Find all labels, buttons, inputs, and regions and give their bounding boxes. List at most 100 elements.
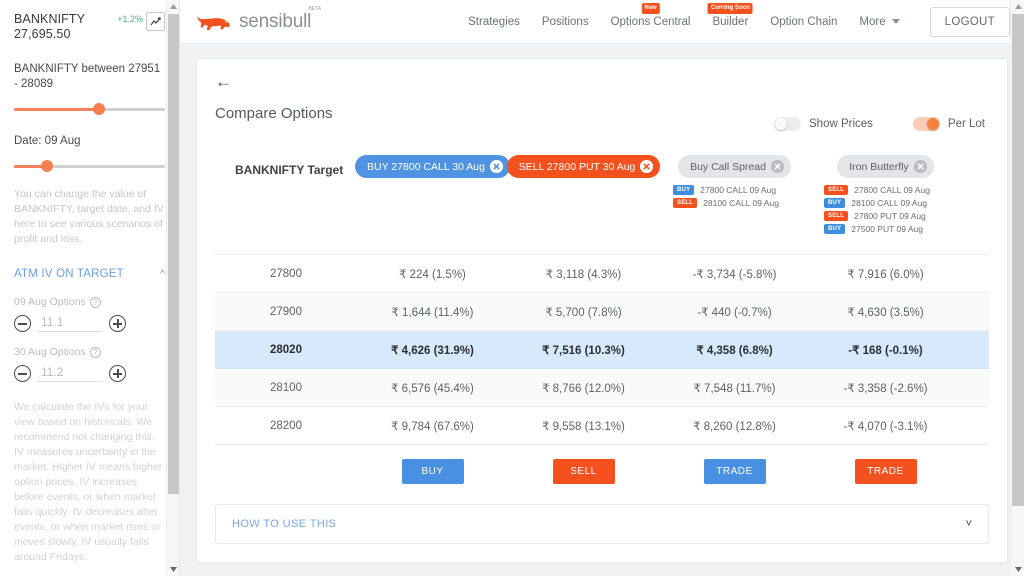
logout-button[interactable]: LOGOUT bbox=[929, 6, 1010, 37]
leg-text: 27800 PUT 09 Aug bbox=[854, 211, 926, 221]
nav-label: Option Chain bbox=[770, 15, 838, 28]
symbol-change-percent: +1.2% bbox=[117, 14, 143, 24]
symbol-price: 27,695.50 bbox=[14, 27, 71, 41]
leg-text: 27800 CALL 09 Aug bbox=[700, 185, 777, 195]
nav-item-more[interactable]: More bbox=[859, 15, 900, 28]
sidebar-scrollbar[interactable] bbox=[166, 0, 179, 576]
underlying-price-slider[interactable] bbox=[14, 102, 165, 116]
toggle-show-prices[interactable]: Show Prices bbox=[774, 117, 873, 131]
strategy-pill[interactable]: BUY 27800 CALL 30 Aug bbox=[355, 155, 510, 178]
toggle-switch[interactable] bbox=[774, 117, 801, 131]
how-to-use-accordion[interactable]: HOW TO USE THIS ˅ bbox=[215, 504, 989, 544]
back-button[interactable]: ← bbox=[215, 73, 235, 91]
scroll-up-icon[interactable] bbox=[1011, 0, 1024, 13]
target-column-label: BANKNIFTY Target bbox=[235, 163, 344, 177]
sidebar-help-note: You can change the value of BANKNIFTY, t… bbox=[14, 188, 164, 245]
table-row-highlighted[interactable]: 28020 ₹ 4,626 (31.9%) ₹ 7,516 (10.3%) ₹ … bbox=[215, 331, 989, 369]
strategy-pill[interactable]: Iron Butterfly bbox=[837, 155, 934, 178]
strategy-leg: SELL 27800 PUT 09 Aug bbox=[824, 211, 930, 221]
table-row[interactable]: 28200 ₹ 9,784 (67.6%) ₹ 9,558 (13.1%) ₹ … bbox=[215, 407, 989, 445]
table-row[interactable]: 27800 ₹ 224 (1.5%) ₹ 3,118 (4.3%) -₹ 3,7… bbox=[215, 255, 989, 293]
iv-group-1: 30 Aug Options ? bbox=[14, 346, 165, 382]
toggle-per-lot[interactable]: Per Lot bbox=[912, 117, 985, 131]
help-icon[interactable]: ? bbox=[89, 346, 101, 358]
row-value: ₹ 3,118 (4.3%) bbox=[545, 268, 622, 281]
iv-value-input[interactable] bbox=[37, 315, 103, 332]
brand-logo[interactable]: sensibull BETA bbox=[196, 6, 321, 33]
strategy-pill[interactable]: Buy Call Spread bbox=[678, 155, 791, 178]
iv-stepper-row bbox=[14, 365, 165, 382]
close-icon[interactable] bbox=[640, 160, 654, 173]
sell-button[interactable]: SELL bbox=[552, 459, 615, 484]
slider-fill bbox=[14, 108, 99, 111]
toggle-label: Per Lot bbox=[947, 118, 985, 130]
table-row[interactable]: 28100 ₹ 6,576 (45.4%) ₹ 8,766 (12.0%) ₹ … bbox=[215, 369, 989, 407]
leg-side-tag: BUY bbox=[673, 185, 695, 195]
action-button-row: BUY SELL TRADE TRADE bbox=[215, 459, 989, 484]
row-value: -₹ 3,734 (-5.8%) bbox=[692, 268, 777, 281]
chevron-down-icon: ˅ bbox=[965, 518, 972, 530]
top-navigation-bar: sensibull BETA Strategies Positions New … bbox=[180, 0, 1024, 44]
page-scrollbar[interactable] bbox=[1010, 0, 1024, 576]
open-chart-button[interactable] bbox=[146, 12, 165, 31]
nav-item-options-central[interactable]: New Options Central bbox=[610, 2, 691, 28]
iv-decrement-button[interactable] bbox=[14, 315, 31, 332]
close-icon[interactable] bbox=[489, 160, 503, 173]
leg-text: 27500 PUT 09 Aug bbox=[851, 224, 923, 234]
brand-text: sensibull bbox=[239, 10, 312, 32]
slider-knob[interactable] bbox=[41, 160, 54, 172]
iv-group-0: 09 Aug Options ? bbox=[14, 296, 165, 332]
leg-side-tag: BUY bbox=[824, 198, 846, 208]
iv-label-text: 09 Aug Options bbox=[14, 296, 86, 308]
button-row-spacer bbox=[215, 459, 357, 484]
chevron-up-icon: ^ bbox=[159, 268, 165, 280]
nav-more-label: More bbox=[859, 15, 886, 28]
nav-label: Options Central bbox=[610, 15, 691, 28]
compare-options-card: ← Compare Options Show Prices Per Lot BA… bbox=[196, 58, 1008, 563]
atm-iv-section-toggle[interactable]: ATM IV ON TARGET ^ bbox=[14, 267, 165, 282]
nav-label: Strategies bbox=[468, 15, 520, 28]
close-icon[interactable] bbox=[913, 160, 927, 173]
table-row[interactable]: 27900 ₹ 1,644 (11.4%) ₹ 5,700 (7.8%) -₹ … bbox=[215, 293, 989, 331]
action-cell-0: BUY bbox=[357, 459, 508, 484]
toggle-label: Show Prices bbox=[809, 118, 873, 130]
scroll-down-icon[interactable] bbox=[1011, 563, 1024, 576]
strategy-pill[interactable]: SELL 27800 PUT 30 Aug bbox=[506, 155, 661, 178]
slider-knob[interactable] bbox=[92, 103, 105, 115]
row-value: ₹ 9,558 (13.1%) bbox=[542, 420, 625, 433]
row-value: ₹ 4,626 (31.9%) bbox=[391, 344, 474, 357]
nav-item-strategies[interactable]: Strategies bbox=[468, 16, 520, 28]
row-value: ₹ 4,630 (3.5%) bbox=[847, 306, 924, 319]
comparison-table: 27800 ₹ 224 (1.5%) ₹ 3,118 (4.3%) -₹ 3,7… bbox=[215, 254, 989, 445]
nav-item-positions[interactable]: Positions bbox=[542, 16, 589, 28]
sidebar-symbol-header: BANKNIFTY 27,695.50 +1.2% bbox=[14, 12, 165, 42]
row-value: ₹ 8,766 (12.0%) bbox=[542, 382, 625, 395]
sidebar-scroll-thumb[interactable] bbox=[168, 14, 179, 494]
iv-increment-button[interactable] bbox=[109, 315, 126, 332]
nav-item-builder[interactable]: Coming Soon Builder bbox=[707, 2, 753, 28]
row-value: ₹ 6,576 (45.4%) bbox=[391, 382, 474, 395]
trade-button-call-spread[interactable]: TRADE bbox=[703, 459, 766, 484]
row-value: ₹ 224 (1.5%) bbox=[399, 268, 466, 281]
strategy-pill-label: Buy Call Spread bbox=[690, 160, 766, 173]
nav-item-option-chain[interactable]: Option Chain bbox=[770, 16, 837, 28]
iv-increment-button[interactable] bbox=[109, 365, 126, 382]
help-icon[interactable]: ? bbox=[89, 296, 101, 308]
close-icon[interactable] bbox=[770, 160, 784, 173]
iv-value-input[interactable] bbox=[37, 365, 103, 382]
buy-button[interactable]: BUY bbox=[401, 459, 464, 484]
scroll-up-icon[interactable] bbox=[167, 0, 179, 13]
brand-name: sensibull BETA bbox=[239, 6, 321, 33]
iv-decrement-button[interactable] bbox=[14, 365, 31, 382]
toggle-switch[interactable] bbox=[912, 117, 940, 131]
chevron-down-icon bbox=[891, 19, 900, 24]
page-scroll-thumb[interactable] bbox=[1012, 14, 1024, 506]
leg-text: 28100 CALL 09 Aug bbox=[703, 198, 779, 208]
action-cell-3: TRADE bbox=[810, 459, 961, 484]
target-date-slider[interactable] bbox=[14, 159, 165, 173]
row-value: ₹ 7,516 (10.3%) bbox=[542, 344, 625, 357]
scroll-down-icon[interactable] bbox=[167, 563, 179, 576]
row-strike: 27900 bbox=[270, 305, 302, 318]
leg-side-tag: SELL bbox=[673, 198, 698, 208]
trade-button-iron-butterfly[interactable]: TRADE bbox=[854, 459, 917, 484]
